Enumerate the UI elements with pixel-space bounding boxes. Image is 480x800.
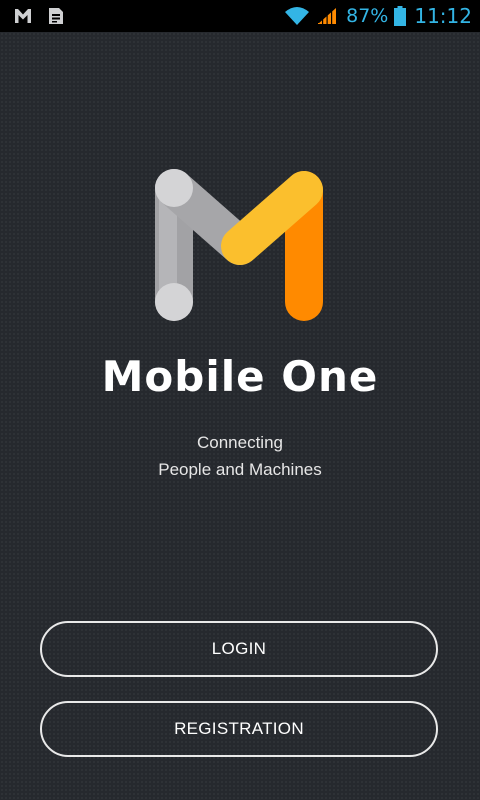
wifi-icon bbox=[285, 7, 310, 25]
app-title: Mobile One bbox=[101, 352, 379, 401]
registration-button[interactable]: REGISTRATION bbox=[40, 701, 438, 757]
login-button[interactable]: LOGIN bbox=[40, 621, 438, 677]
splash-screen: 87% 11:12 Mobile One Connecting People a… bbox=[0, 0, 480, 800]
clock: 11:12 bbox=[414, 4, 472, 28]
tagline-line-2: People and Machines bbox=[158, 460, 322, 479]
gmail-icon bbox=[15, 9, 31, 23]
mobile-one-logo bbox=[155, 169, 323, 321]
notification-icons bbox=[12, 5, 64, 27]
battery-percent: 87% bbox=[346, 5, 389, 27]
sim-card-icon bbox=[49, 8, 63, 24]
system-indicators: 87% 11:12 bbox=[284, 0, 472, 32]
status-bar: 87% 11:12 bbox=[0, 0, 480, 32]
battery-icon bbox=[394, 6, 407, 26]
signal-icon bbox=[318, 8, 337, 25]
tagline-line-1: Connecting bbox=[196, 433, 283, 452]
